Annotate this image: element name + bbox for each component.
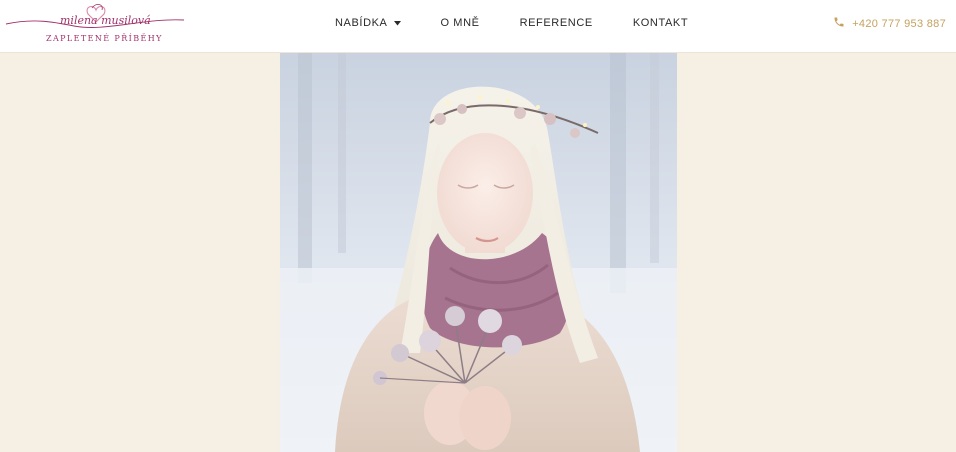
phone-number: +420 777 953 887 [852,17,946,30]
nav-item-kontakt[interactable]: KONTAKT [633,17,688,29]
nav-item-label: NABÍDKA [335,17,388,29]
nav-item-nabidka[interactable]: NABÍDKA [335,17,401,29]
main-nav: NABÍDKA O MNĚ REFERENCE KONTAKT [335,17,688,29]
hero-photo [280,53,677,452]
nav-item-label: KONTAKT [632,17,689,29]
nav-item-label: REFERENCE [519,17,593,29]
site-header: milena musilová ZAPLETENÉ PŘÍBĚHY NABÍDK… [0,0,956,53]
nav-item-reference[interactable]: REFERENCE [520,17,593,29]
site-logo[interactable]: milena musilová ZAPLETENÉ PŘÍBĚHY [4,2,186,48]
nav-item-label: O MNĚ [440,17,480,29]
phone-icon [833,16,845,31]
logo-name: milena musilová [60,14,151,27]
phone-link[interactable]: +420 777 953 887 [833,16,946,31]
nav-item-o-mne[interactable]: O MNĚ [441,17,480,29]
logo-tagline: ZAPLETENÉ PŘÍBĚHY [46,34,163,43]
portrait-illustration [280,53,677,452]
chevron-down-icon [393,17,401,29]
